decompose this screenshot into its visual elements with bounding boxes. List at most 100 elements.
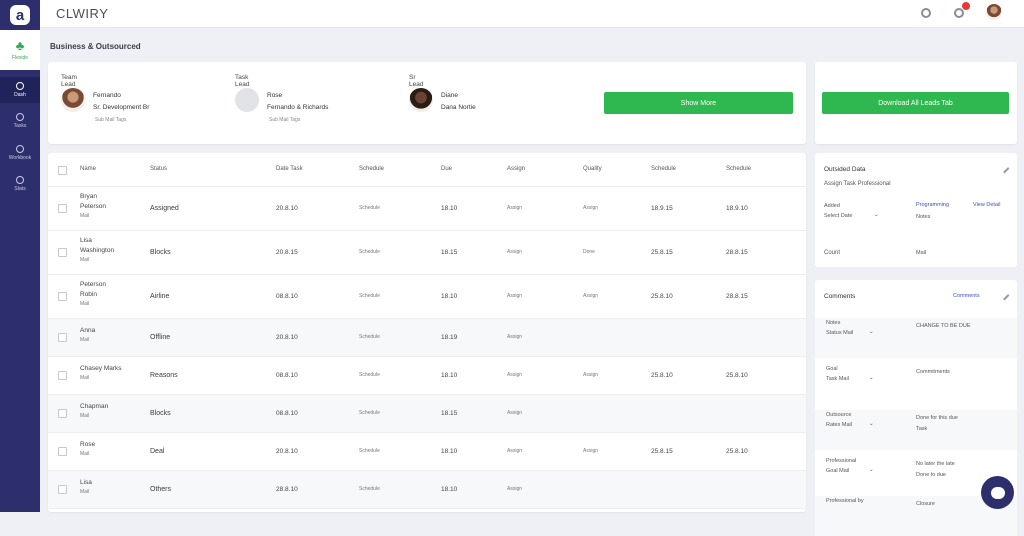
download-leads-button[interactable]: Download All Leads Tab: [822, 92, 1009, 114]
comment-label: Goal: [826, 366, 838, 372]
cell-assign: Assign: [507, 205, 523, 211]
member-role: Sr Lead: [409, 74, 424, 88]
table-row[interactable]: Peterson Robin Mail Airline 08.8.10 Schedule 1…: [48, 275, 806, 319]
table-row[interactable]: Chasey Marks Mail Reasons 08.8.10 Schedule 18…: [48, 357, 806, 395]
column-header[interactable]: Status: [150, 166, 167, 172]
sidebar-item-dash[interactable]: Dash: [0, 77, 40, 103]
bell-icon[interactable]: [954, 8, 964, 18]
sidebar-item-tasks[interactable]: Tasks: [0, 108, 40, 134]
select-all-checkbox[interactable]: [58, 166, 67, 175]
table-row[interactable]: Rose Mail Deal 20.8.10 Schedule 18.10 Assign As…: [48, 433, 806, 471]
row-checkbox[interactable]: [58, 447, 67, 456]
column-header[interactable]: Schedule: [726, 166, 751, 172]
column-header[interactable]: Schedule: [359, 166, 384, 172]
show-more-button[interactable]: Show More: [604, 92, 793, 114]
view-detail-link[interactable]: View Detail: [973, 202, 1000, 208]
panel-title: Outsided Data: [824, 166, 866, 173]
cell-name: Anna: [80, 327, 96, 334]
cell-assign: Assign: [507, 249, 523, 255]
cell-s1: 25.8.15: [651, 249, 673, 256]
table-header: Name Status Date Task Schedule Due Assig…: [48, 153, 806, 187]
comment-label: Outsource: [826, 412, 852, 418]
cell-name: Mail: [80, 256, 90, 263]
programming-link[interactable]: Programming: [916, 202, 949, 208]
cell-due: 18.10: [441, 486, 458, 493]
cell-name: Mail: [80, 489, 90, 495]
cell-date: 08.8.10: [276, 372, 298, 379]
book-icon: [16, 145, 24, 153]
chat-help-button[interactable]: [981, 476, 1014, 509]
cell-schedule: Schedule: [359, 448, 380, 454]
date-select[interactable]: Select Date: [824, 213, 852, 219]
comment-label: Professional by: [826, 498, 864, 504]
edit-icon[interactable]: [999, 290, 1010, 301]
table-row[interactable]: Lisa Washington Mail Blocks 20.8.15 Schedule 1…: [48, 231, 806, 275]
cell-s1: 25.8.10: [651, 293, 673, 300]
comment-entry[interactable]: Outsource Rates Mail ⌄ Done for this due Tas…: [815, 410, 1017, 450]
chart-icon: [16, 176, 24, 184]
table-row[interactable]: Bryan Peterson Mail Assigned 20.8.10 Schedule…: [48, 187, 806, 231]
comment-select[interactable]: Status Mail: [826, 330, 853, 336]
settings-icon[interactable]: [921, 8, 931, 18]
sidebar-item-label: Dash: [14, 92, 26, 98]
cell-s1: 18.9.15: [651, 205, 673, 212]
member-meta: Sub Mail Tags: [95, 117, 127, 123]
cell-date: 20.8.15: [276, 249, 298, 256]
comment-select[interactable]: Rates Mail: [826, 422, 852, 428]
member-role: Task Lead: [235, 74, 250, 88]
column-header[interactable]: Due: [441, 166, 452, 172]
comment-select[interactable]: Goal Mail: [826, 468, 849, 474]
brand-tile[interactable]: ♣ Flexide: [0, 30, 40, 70]
comment-entry[interactable]: Goal Task Mail ⌄ Commitments: [815, 364, 1017, 404]
column-header[interactable]: Date Task: [276, 166, 303, 172]
comment-entry[interactable]: Notes Status Mail ⌄ CHANGE TO BE DUE: [815, 318, 1017, 358]
comment-value: No later the late: [916, 461, 955, 467]
page-title: Business & Outsourced: [50, 42, 141, 51]
cell-s2: 28.8.15: [726, 249, 748, 256]
comments-link[interactable]: Comments: [953, 293, 980, 299]
cell-quality: Done: [583, 249, 595, 255]
logo[interactable]: a: [0, 0, 40, 30]
row-checkbox[interactable]: [58, 333, 67, 342]
cell-due: 18.10: [441, 448, 458, 455]
cell-assign: Assign: [507, 410, 523, 416]
cell-s1: 25.8.15: [651, 448, 673, 455]
table-row[interactable]: Lisa Mail Others 28.8.10 Schedule 18.10 Assign: [48, 471, 806, 509]
row-checkbox[interactable]: [58, 204, 67, 213]
cell-date: 28.8.10: [276, 486, 298, 493]
sidebar-item-stats[interactable]: Stats: [0, 171, 40, 197]
member-role: Team Lead: [61, 74, 77, 88]
member-avatar: [61, 88, 85, 112]
member-meta: Sub Mail Tags: [269, 117, 301, 123]
comment-label: Notes: [826, 320, 841, 326]
row-checkbox[interactable]: [58, 409, 67, 418]
table-row[interactable]: Chapman Mail Blocks 08.8.10 Schedule 18.15 Ass…: [48, 395, 806, 433]
cell-status: Blocks: [150, 249, 171, 256]
member-name: Rose: [267, 92, 283, 99]
comment-value-secondary: Done to due: [916, 472, 946, 478]
notification-badge: [962, 2, 970, 10]
column-header[interactable]: Name: [80, 166, 96, 172]
row-checkbox[interactable]: [58, 248, 67, 257]
comment-value: CHANGE TO BE DUE: [916, 323, 971, 329]
row-checkbox[interactable]: [58, 292, 67, 301]
edit-icon[interactable]: [999, 163, 1010, 174]
cell-name: Chapman: [80, 403, 109, 410]
sidebar-item-workbook[interactable]: Workbook: [0, 140, 40, 166]
row-checkbox[interactable]: [58, 371, 67, 380]
cell-status: Reasons: [150, 372, 178, 379]
comment-value-secondary: Task: [916, 426, 928, 432]
cell-schedule: Schedule: [359, 249, 380, 255]
outsided-data-panel: Outsided Data Assign Task Professional A…: [815, 153, 1017, 267]
column-header[interactable]: Schedule: [651, 166, 676, 172]
brand-label: Flexide: [11, 54, 29, 61]
cell-name: Lisa: [80, 479, 92, 486]
column-header[interactable]: Assign: [507, 166, 525, 172]
cell-status: Assigned: [150, 205, 179, 212]
user-avatar[interactable]: [986, 4, 1002, 20]
table-row[interactable]: Anna Mail Offline 20.8.10 Schedule 18.19 Assig…: [48, 319, 806, 357]
cell-due: 18.15: [441, 249, 458, 256]
comment-select[interactable]: Task Mail: [826, 376, 849, 382]
row-checkbox[interactable]: [58, 485, 67, 494]
column-header[interactable]: Quality: [583, 166, 602, 172]
